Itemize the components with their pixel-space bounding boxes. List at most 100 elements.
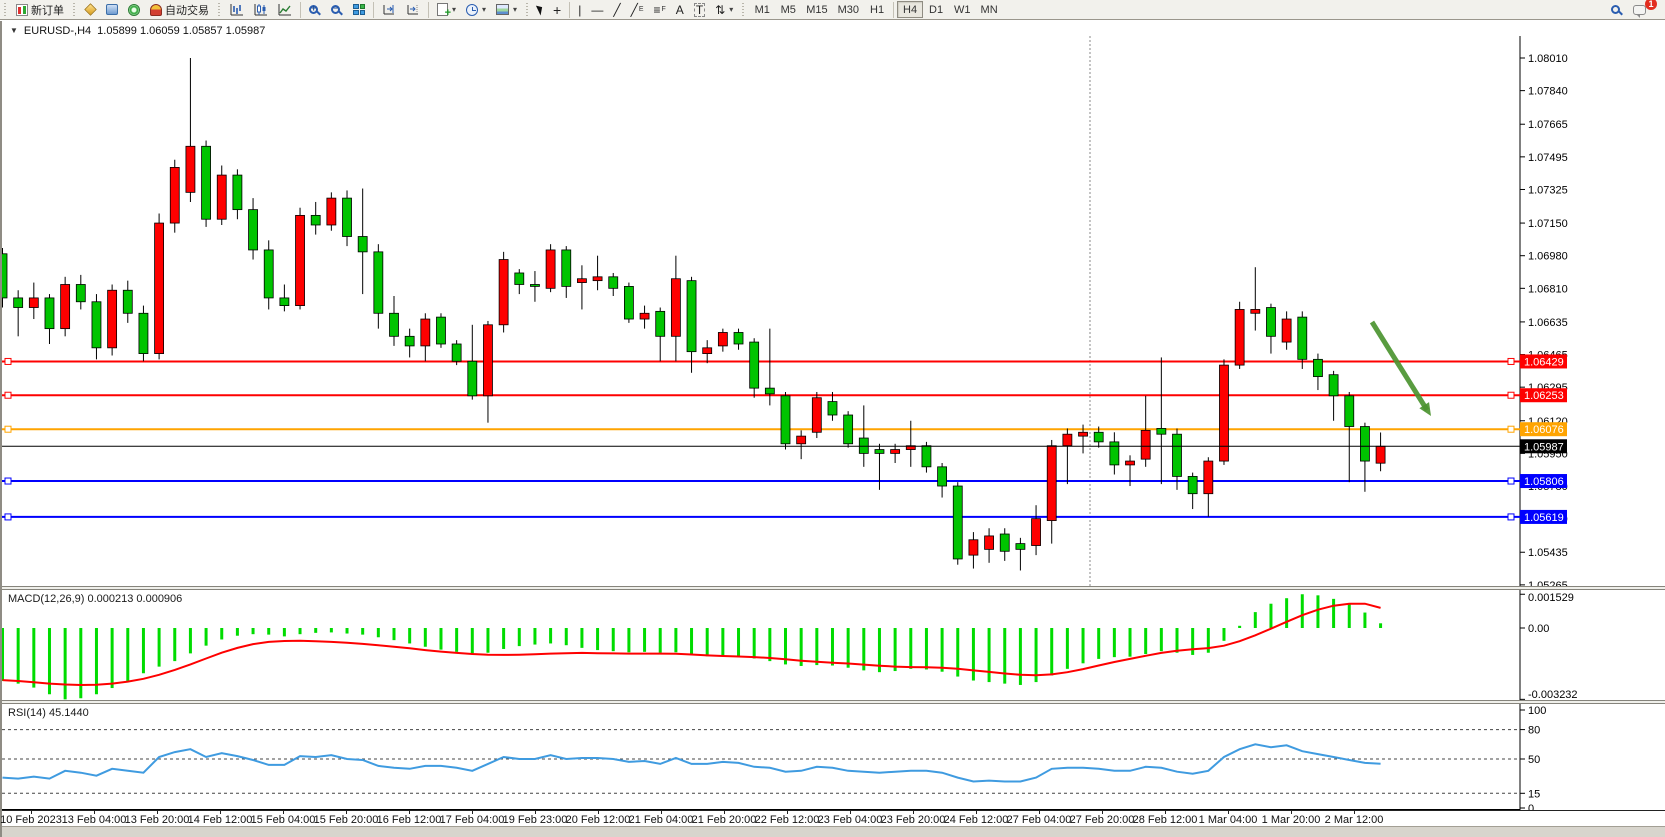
time-axis-label: 13 Feb 04:00: [62, 814, 127, 826]
timeframe-button-w1[interactable]: W1: [949, 1, 976, 18]
timeframe-button-m1[interactable]: M1: [749, 1, 775, 18]
time-axis-label: 27 Feb 20:00: [1070, 814, 1135, 826]
candle-body: [280, 298, 289, 306]
hline-right-marker[interactable]: [1508, 392, 1514, 398]
indicators-button[interactable]: ▾: [432, 1, 461, 19]
profiles-button[interactable]: [101, 1, 123, 19]
notifications-button[interactable]: 1: [1628, 1, 1651, 19]
hline-right-marker[interactable]: [1508, 426, 1514, 432]
cursor-button[interactable]: [533, 1, 548, 19]
tile-windows-button[interactable]: [348, 1, 370, 19]
rsi-axis-tick-label: 100: [1528, 705, 1546, 717]
vertical-line-button[interactable]: |: [573, 1, 586, 19]
timeframe-button-m5[interactable]: M5: [775, 1, 801, 18]
hline-right-marker[interactable]: [1508, 358, 1514, 364]
candle-body: [327, 198, 336, 225]
auto-scroll-button[interactable]: [377, 1, 401, 19]
candle-body: [76, 284, 85, 301]
indicators-dropdown-icon[interactable]: ▾: [452, 5, 456, 14]
crosshair-button[interactable]: +: [548, 1, 566, 19]
hline-right-marker[interactable]: [1508, 514, 1514, 520]
arrows-dropdown-icon[interactable]: ▾: [729, 5, 733, 14]
toolbar-grip[interactable]: [3, 3, 8, 17]
trend-arrow-annotation[interactable]: [1372, 322, 1427, 410]
time-axis[interactable]: 10 Feb 202313 Feb 04:0013 Feb 20:0014 Fe…: [2, 810, 1665, 826]
candle-body: [249, 210, 258, 250]
time-axis-tick: [1039, 811, 1040, 814]
templates-dropdown-icon[interactable]: ▾: [513, 5, 517, 14]
text-label-button[interactable]: T: [689, 1, 710, 19]
candlestick-button[interactable]: [249, 1, 273, 19]
timeframe-button-m30[interactable]: M30: [833, 1, 864, 18]
bar-chart-icon: [230, 3, 244, 16]
zoom-in-button[interactable]: +: [304, 1, 326, 19]
templates-button[interactable]: ▾: [491, 1, 522, 19]
toolbar-grip[interactable]: [741, 3, 746, 17]
periods-button[interactable]: ▾: [461, 1, 491, 19]
search-button[interactable]: [1606, 1, 1628, 19]
trendline-button[interactable]: ╱: [608, 1, 625, 19]
collapse-trade-panel-icon[interactable]: ▼: [10, 26, 18, 35]
fibonacci-button[interactable]: ≡ F: [649, 1, 671, 19]
fibonacci-icon: ≡: [654, 4, 661, 16]
horizontal-line-button[interactable]: —: [586, 1, 608, 19]
zoom-out-button[interactable]: −: [326, 1, 348, 19]
current-price-label: 1.05987: [1524, 441, 1564, 453]
channel-icon: ╱: [631, 4, 638, 16]
toolbar-grip[interactable]: [72, 3, 77, 17]
vertical-line-icon: |: [578, 4, 581, 16]
macd-panel[interactable]: 0.0015290.00-0.003232: [2, 590, 1665, 700]
channel-button[interactable]: ╱ E: [626, 1, 649, 19]
charts-button[interactable]: [80, 1, 101, 19]
price-tag-label: 1.06076: [1524, 424, 1564, 436]
candle-body: [14, 298, 23, 308]
candle-body: [499, 260, 508, 325]
candle-body: [891, 450, 900, 454]
hline-left-marker[interactable]: [5, 514, 11, 520]
candle-body: [922, 446, 931, 467]
text-tool-button[interactable]: A: [671, 1, 689, 19]
hline-left-marker[interactable]: [5, 392, 11, 398]
candle-body: [938, 467, 947, 486]
signals-button[interactable]: [123, 1, 145, 19]
time-axis-tick: [283, 811, 284, 814]
chat-bubble-icon: [1633, 5, 1646, 15]
candle-body: [1032, 519, 1041, 546]
periods-dropdown-icon[interactable]: ▾: [482, 5, 486, 14]
arrows-tool-button[interactable]: ⇅ ▾: [710, 1, 738, 19]
hline-right-marker[interactable]: [1508, 478, 1514, 484]
toolbar-grip[interactable]: [217, 3, 222, 17]
candle-body: [1000, 534, 1009, 551]
timeframe-button-h1[interactable]: H1: [864, 1, 890, 18]
chart-shift-button[interactable]: [401, 1, 425, 19]
crosshair-icon: +: [553, 3, 561, 17]
candle-body: [797, 436, 806, 444]
candle-body: [1094, 432, 1103, 442]
candle-body: [1266, 308, 1275, 337]
timeframe-button-mn[interactable]: MN: [976, 1, 1003, 18]
cursor-icon: [536, 3, 545, 15]
bar-chart-button[interactable]: [225, 1, 249, 19]
time-axis-tick: [913, 811, 914, 814]
timeframe-toolbar: M1M5M15M30H1 H4D1W1MN: [749, 1, 1002, 18]
autotrading-button[interactable]: 自动交易: [145, 1, 214, 19]
rsi-panel[interactable]: 1008050150: [2, 704, 1665, 810]
timeframe-button-d1[interactable]: D1: [923, 1, 949, 18]
time-axis-tick: [1354, 811, 1355, 814]
candle-body: [483, 325, 492, 396]
hline-left-marker[interactable]: [5, 358, 11, 364]
price-chart-panel[interactable]: 1.080101.078401.076651.074951.073251.071…: [2, 36, 1665, 586]
hline-left-marker[interactable]: [5, 426, 11, 432]
new-order-button[interactable]: 新订单: [11, 1, 69, 19]
time-axis-tick: [1228, 811, 1229, 814]
toolbar-grip[interactable]: [525, 3, 530, 17]
candle-body: [233, 175, 242, 210]
candle-body: [170, 167, 179, 223]
line-chart-button[interactable]: [273, 1, 297, 19]
text-label-icon: T: [694, 3, 705, 17]
toolbar-separator: [428, 2, 429, 18]
timeframe-button-m15[interactable]: M15: [801, 1, 832, 18]
price-axis-tick-label: 1.05435: [1528, 547, 1568, 559]
hline-left-marker[interactable]: [5, 478, 11, 484]
timeframe-button-h4[interactable]: H4: [897, 1, 923, 18]
